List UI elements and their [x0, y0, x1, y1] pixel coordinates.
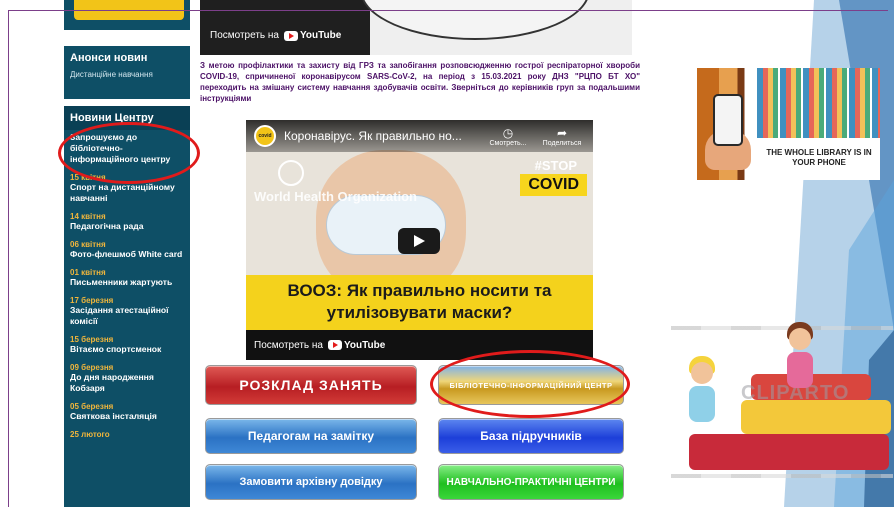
news-item-title[interactable]: Засідання атестаційної комісії [70, 305, 184, 327]
covid-video-embed[interactable]: World Health Organization #STOP COVID co… [246, 120, 593, 360]
slide: Анонси новин Дистанційне навчання Новини… [0, 0, 894, 507]
girl-head [691, 362, 713, 384]
main-content: Посмотреть на YouTube З метою профілакти… [200, 0, 655, 507]
youtube-label: YouTube [300, 30, 342, 41]
books-graphic [757, 68, 880, 138]
covid-tag: COVID [520, 174, 587, 196]
girl-figure-right [771, 322, 831, 392]
announcements-block: Анонси новин Дистанційне навчання [64, 46, 190, 99]
schedule-button[interactable]: РОЗКЛАД ЗАНЯТЬ [205, 365, 417, 405]
news-item[interactable]: 05 березня Святкова інсталяція [70, 402, 184, 422]
highlight-ellipse-library [430, 350, 630, 418]
highlight-ellipse-sidebar [58, 122, 200, 184]
textbooks-base-button[interactable]: База підручників [438, 418, 624, 454]
announcements-title: Анонси новин [70, 52, 148, 64]
training-centers-button[interactable]: НАВЧАЛЬНО-ПРАКТИЧНІ ЦЕНТРИ [438, 464, 624, 500]
girl-figure-left [679, 342, 727, 422]
watch-later-button[interactable]: ◷ Смотреть... [485, 126, 531, 147]
girl-head [789, 328, 811, 350]
news-item-date: 09 березня [70, 363, 114, 372]
top-video-watch-bar[interactable]: Посмотреть на YouTube [210, 30, 341, 41]
library-ad-text: THE WHOLE LIBRARY IS IN YOUR PHONE [764, 148, 874, 168]
video-title-bar: covid Коронавірус. Як правильно но... ◷ … [246, 120, 593, 152]
news-item[interactable]: 01 квітня Письменники жартують [70, 268, 184, 288]
covid-notice: З метою профілактики та захисту від ГРЗ … [200, 61, 640, 103]
slide-frame-top [8, 10, 888, 11]
news-item-title[interactable]: Письменники жартують [70, 277, 184, 288]
news-item-title[interactable]: Святкова інсталяція [70, 411, 184, 422]
news-item[interactable]: 25 лютого [70, 430, 184, 439]
who-text: World Health Organization [254, 189, 417, 204]
news-item[interactable]: 09 березня До дня народження Кобзаря [70, 363, 184, 394]
share-label: Поделиться [542, 139, 582, 147]
announcements-link[interactable]: Дистанційне навчання [64, 70, 190, 79]
news-item[interactable]: 17 березня Засідання атестаційної комісі… [70, 296, 184, 327]
youtube-icon [328, 340, 342, 350]
slide-frame-left [8, 10, 9, 507]
clock-icon: ◷ [502, 125, 514, 140]
play-button-icon[interactable] [398, 228, 440, 254]
news-item-date: 14 квітня [70, 212, 106, 221]
watch-on-label: Посмотреть на [210, 30, 279, 41]
sidebar-top-block [64, 0, 190, 30]
youtube-logo[interactable]: YouTube [284, 30, 341, 41]
watermark-strip [671, 474, 893, 478]
stop-tag: #STOP [534, 158, 577, 173]
news-item[interactable]: 15 березня Вітаємо спортсменок [70, 335, 184, 355]
news-item-date: 15 березня [70, 335, 114, 344]
share-icon: ➦ [556, 125, 568, 140]
girl-body [787, 352, 813, 388]
news-item[interactable]: 14 квітня Педагогічна рада [70, 212, 184, 232]
news-item-title[interactable]: Фото-флешмоб White card [70, 249, 184, 260]
news-item-date: 05 березня [70, 402, 114, 411]
top-video-embed[interactable]: Посмотреть на YouTube [200, 0, 632, 55]
sidebar: Анонси новин Дистанційне навчання Новини… [64, 0, 190, 507]
news-item-title[interactable]: Вітаємо спортсменок [70, 344, 184, 355]
youtube-label: YouTube [344, 339, 386, 351]
watch-on-label: Посмотреть на [254, 339, 323, 351]
channel-avatar[interactable]: covid [254, 125, 276, 147]
girl-body [689, 386, 715, 422]
who-logo-icon [278, 160, 304, 186]
video-title[interactable]: Коронавірус. Як правильно но... [284, 129, 477, 143]
news-item-date: 06 квітня [70, 240, 106, 249]
reading-girls-image: CLIPARTO [671, 322, 893, 482]
news-item-date: 01 квітня [70, 268, 106, 277]
website: Анонси новин Дистанційне навчання Новини… [57, 0, 657, 507]
news-item-title[interactable]: Спорт на дистанційному навчанні [70, 182, 184, 204]
teachers-notes-button[interactable]: Педагогам на замітку [205, 418, 417, 454]
news-item-title[interactable]: До дня народження Кобзаря [70, 372, 184, 394]
video-banner-text: ВООЗ: Як правильно носити та утилізовува… [246, 275, 593, 330]
news-item-date: 17 березня [70, 296, 114, 305]
share-button[interactable]: ➦ Поделиться [539, 126, 585, 147]
library-ad-image: THE WHOLE LIBRARY IS IN YOUR PHONE [697, 68, 880, 180]
phone-icon [713, 94, 743, 146]
book-graphic [741, 400, 891, 434]
watch-later-label: Смотреть... [489, 139, 527, 147]
archive-certificate-button[interactable]: Замовити архівну довідку [205, 464, 417, 500]
youtube-logo[interactable]: YouTube [328, 340, 385, 351]
youtube-icon [284, 30, 298, 41]
news-item[interactable]: 06 квітня Фото-флешмоб White card [70, 240, 184, 260]
news-item-date: 25 лютого [70, 430, 110, 439]
book-graphic [689, 434, 889, 470]
news-item-title[interactable]: Педагогічна рада [70, 221, 184, 232]
